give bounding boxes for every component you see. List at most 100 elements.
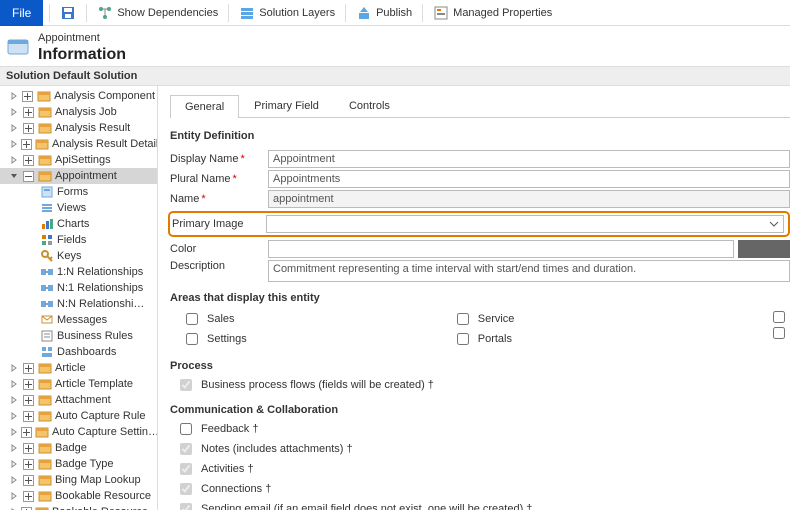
command-bar: File Show Dependencies Solution Layers P… <box>0 0 790 26</box>
show-dependencies-button[interactable]: Show Dependencies <box>93 0 222 26</box>
tree-item-label: Fields <box>57 234 86 246</box>
feedback-checkbox[interactable] <box>180 423 192 435</box>
tree-entity-item[interactable]: Article <box>0 360 157 376</box>
tree-child-msg[interactable]: Messages <box>0 312 157 328</box>
tree-item-label: Auto Capture Settin… <box>52 426 158 438</box>
tab-controls[interactable]: Controls <box>334 94 405 117</box>
email-label: Sending email (if an email field does no… <box>201 503 532 510</box>
publish-button[interactable]: Publish <box>352 0 416 26</box>
tree-child-fields[interactable]: Fields <box>0 232 157 248</box>
tree-entity-item[interactable]: Article Template <box>0 376 157 392</box>
tree-item-label: Analysis Result Detail <box>52 138 158 150</box>
save-button[interactable] <box>56 0 80 26</box>
tab-general[interactable]: General <box>170 95 239 118</box>
tree-child-rel[interactable]: N:N Relationshi… <box>0 296 157 312</box>
page-title: Information <box>38 45 126 64</box>
tree-entity-item[interactable]: Bookable Resource … <box>0 504 157 510</box>
notes-label: Notes (includes attachments) † <box>201 443 353 455</box>
tree-entity-item[interactable]: Appointment <box>0 168 157 184</box>
solution-layers-label: Solution Layers <box>259 7 335 19</box>
tree-child-dash[interactable]: Dashboards <box>0 344 157 360</box>
display-name-input[interactable] <box>268 150 790 168</box>
tree-entity-item[interactable]: Badge <box>0 440 157 456</box>
tree-entity-item[interactable]: Analysis Component <box>0 88 157 104</box>
area-settings-checkbox[interactable] <box>186 333 198 345</box>
tree-entity-item[interactable]: Bing Map Lookup <box>0 472 157 488</box>
area-sales-checkbox[interactable] <box>186 313 198 325</box>
solution-tree[interactable]: Analysis Component Analysis Job Analysis R… <box>0 86 158 510</box>
header-entity-name: Appointment <box>38 32 126 45</box>
description-label: Description <box>170 260 268 272</box>
expand-box-icon <box>21 361 35 375</box>
tree-child-forms[interactable]: Forms <box>0 184 157 200</box>
area-unknown-bottom-checkbox[interactable] <box>773 327 785 339</box>
save-icon <box>60 5 76 21</box>
tree-entity-item[interactable]: Analysis Result Detail <box>0 136 157 152</box>
expand-box-icon <box>21 425 32 439</box>
tree-child-rel[interactable]: 1:N Relationships <box>0 264 157 280</box>
tree-child-rel[interactable]: N:1 Relationships <box>0 280 157 296</box>
tree-item-label: Views <box>57 202 86 214</box>
primary-image-select[interactable] <box>266 215 784 233</box>
solution-label: Solution Default Solution <box>0 66 790 86</box>
tree-item-label: ApiSettings <box>55 154 111 166</box>
tree-item-label: Article <box>55 362 86 374</box>
section-entity-definition: Entity Definition <box>170 130 790 142</box>
tree-child-charts[interactable]: Charts <box>0 216 157 232</box>
feedback-label: Feedback † <box>201 423 258 435</box>
expand-box-icon <box>21 377 35 391</box>
primary-image-highlight: Primary Image <box>168 211 790 237</box>
expand-box-icon <box>21 121 35 135</box>
publish-icon <box>356 5 372 21</box>
tree-item-label: Dashboards <box>57 346 116 358</box>
tree-item-label: Messages <box>57 314 107 326</box>
tree-item-label: Attachment <box>55 394 111 406</box>
expand-box-icon <box>21 393 35 407</box>
tree-item-label: 1:N Relationships <box>57 266 143 278</box>
area-portals-checkbox[interactable] <box>457 333 469 345</box>
area-service-checkbox[interactable] <box>457 313 469 325</box>
tree-entity-item[interactable]: Analysis Result <box>0 120 157 136</box>
tree-item-label: N:1 Relationships <box>57 282 143 294</box>
tree-item-label: Analysis Job <box>55 106 117 118</box>
tree-item-label: Analysis Result <box>55 122 130 134</box>
tree-item-label: N:N Relationshi… <box>57 298 144 310</box>
tree-entity-item[interactable]: Auto Capture Settin… <box>0 424 157 440</box>
tree-item-label: Appointment <box>55 170 117 182</box>
area-sales-label: Sales <box>207 313 235 325</box>
tree-item-label: Badge Type <box>55 458 114 470</box>
tree-child-keys[interactable]: Keys <box>0 248 157 264</box>
email-checkbox <box>180 503 192 510</box>
managed-properties-label: Managed Properties <box>453 7 552 19</box>
color-swatch[interactable] <box>738 240 790 258</box>
bpf-checkbox <box>180 379 192 391</box>
tree-entity-item[interactable]: Badge Type <box>0 456 157 472</box>
file-menu[interactable]: File <box>0 0 43 26</box>
page-header: Appointment Information <box>0 26 790 66</box>
tree-entity-item[interactable]: ApiSettings <box>0 152 157 168</box>
tree-item-label: Business Rules <box>57 330 133 342</box>
tab-primary-field[interactable]: Primary Field <box>239 94 334 117</box>
area-settings-label: Settings <box>207 333 247 345</box>
dependencies-icon <box>97 5 113 21</box>
color-input[interactable] <box>268 240 734 258</box>
notes-checkbox <box>180 443 192 455</box>
description-input[interactable]: Commitment representing a time interval … <box>268 260 790 282</box>
tree-entity-item[interactable]: Auto Capture Rule <box>0 408 157 424</box>
tab-strip: General Primary Field Controls <box>170 94 790 118</box>
tree-child-views[interactable]: Views <box>0 200 157 216</box>
plural-name-input[interactable] <box>268 170 790 188</box>
solution-layers-button[interactable]: Solution Layers <box>235 0 339 26</box>
tree-item-label: Bing Map Lookup <box>55 474 141 486</box>
area-unknown-top-checkbox[interactable] <box>773 311 785 323</box>
managed-properties-button[interactable]: Managed Properties <box>429 0 556 26</box>
area-service-label: Service <box>478 313 515 325</box>
properties-icon <box>433 5 449 21</box>
bpf-label: Business process flows (fields will be c… <box>201 379 434 391</box>
tree-item-label: Charts <box>57 218 89 230</box>
tree-entity-item[interactable]: Analysis Job <box>0 104 157 120</box>
tree-entity-item[interactable]: Bookable Resource <box>0 488 157 504</box>
tree-child-br[interactable]: Business Rules <box>0 328 157 344</box>
primary-image-label: Primary Image <box>170 218 266 230</box>
tree-entity-item[interactable]: Attachment <box>0 392 157 408</box>
